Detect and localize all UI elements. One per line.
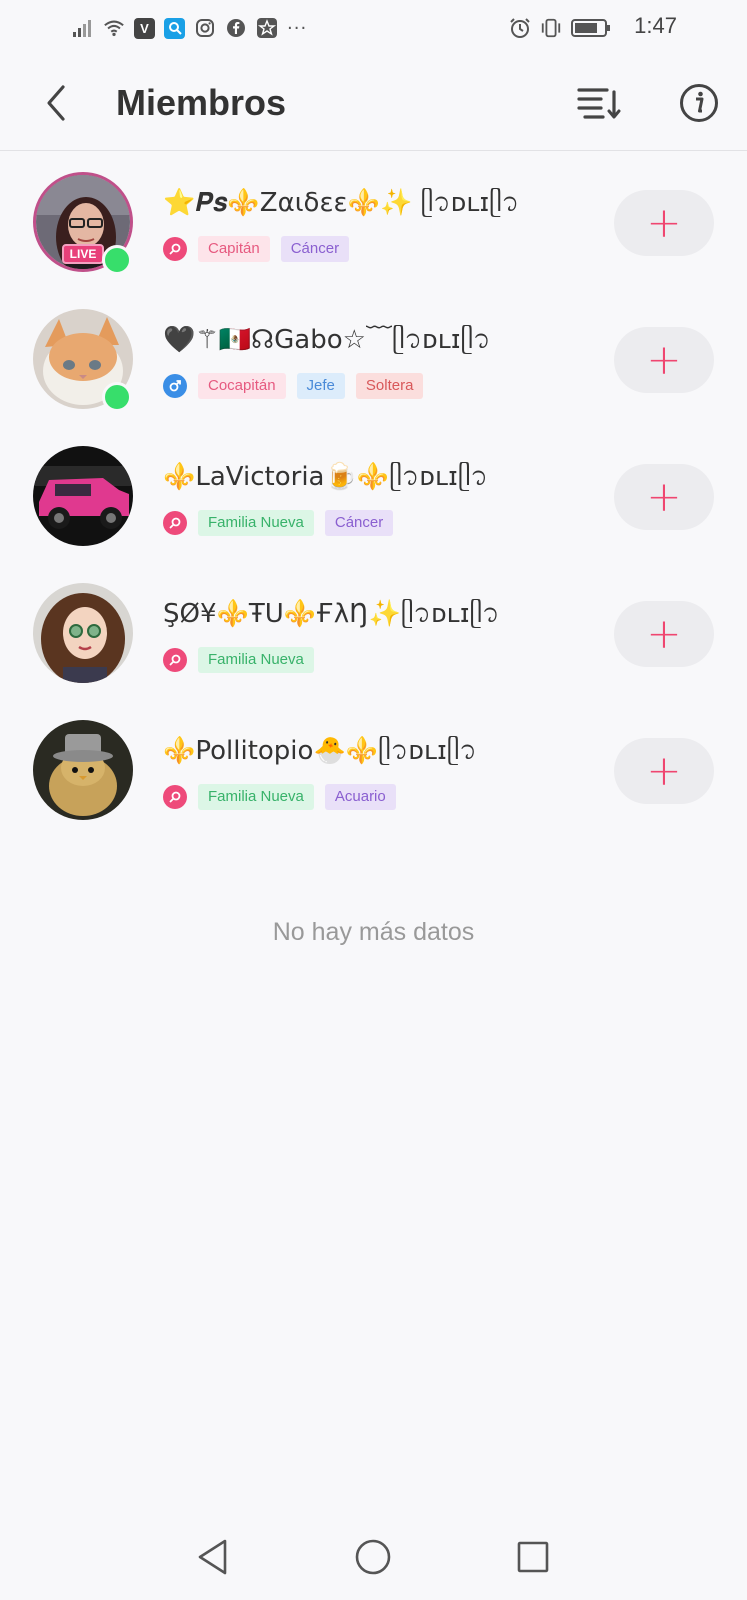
instagram-icon — [194, 17, 216, 39]
role-tag: Familia Nueva — [198, 784, 314, 810]
battery-icon — [571, 17, 611, 39]
status-right-icons — [509, 14, 611, 42]
title-tag: Jefe — [296, 373, 345, 399]
member-name[interactable]: ⚜️LaVictoria🍺⚜️ᥫ᭡ᴅʟɪᥫ᭡ — [163, 460, 488, 494]
avatar[interactable] — [33, 583, 133, 683]
back-button[interactable] — [36, 78, 76, 128]
nav-back-button[interactable] — [188, 1532, 238, 1582]
member-row[interactable]: ⚜️LaVictoria🍺⚜️ᥫ᭡ᴅʟɪᥫ᭡ Familia Nueva Cán… — [0, 426, 747, 563]
male-gender-icon — [163, 374, 187, 398]
vibrate-icon — [540, 17, 562, 39]
nav-recents-button[interactable] — [508, 1532, 558, 1582]
member-tags: Familia Nueva — [163, 647, 314, 673]
online-status-dot — [102, 245, 132, 275]
role-tag: Capitán — [198, 236, 270, 262]
add-member-button[interactable]: + — [614, 601, 714, 667]
member-name[interactable]: 🖤⚚🇲🇽☊Gabo☆﹋ᥫ᭡ᴅʟɪᥫ᭡ — [163, 323, 491, 357]
role-tag: Cocapitán — [198, 373, 286, 399]
facebook-icon — [225, 17, 247, 39]
member-tags: Cocapitán Jefe Soltera — [163, 373, 424, 399]
plus-icon: + — [646, 472, 682, 521]
member-list: LIVE ⭐️𝑷𝒔⚜️Ζαιδεε⚜️✨ ᥫ᭡ᴅʟɪᥫ᭡ Capitán Cán… — [0, 152, 747, 837]
member-name[interactable]: ⭐️𝑷𝒔⚜️Ζαιδεε⚜️✨ ᥫ᭡ᴅʟɪᥫ᭡ — [163, 186, 519, 220]
triangle-back-icon — [198, 1539, 227, 1575]
avatar[interactable] — [33, 720, 133, 820]
alarm-icon — [509, 17, 531, 39]
avatar[interactable] — [33, 446, 133, 546]
online-status-dot — [102, 382, 132, 412]
female-gender-icon — [163, 511, 187, 535]
member-name[interactable]: ŞØ¥⚜️ŦU⚜️ҒλŊ✨ᥫ᭡ᴅʟɪᥫ᭡ — [163, 597, 500, 631]
member-tags: Familia Nueva Cáncer — [163, 510, 394, 536]
wifi-icon — [103, 17, 125, 39]
sort-button[interactable] — [574, 80, 624, 126]
member-row[interactable]: ŞØ¥⚜️ŦU⚜️ҒλŊ✨ᥫ᭡ᴅʟɪᥫ᭡ Familia Nueva + — [0, 563, 747, 700]
add-member-button[interactable]: + — [614, 738, 714, 804]
member-row[interactable]: 🖤⚚🇲🇽☊Gabo☆﹋ᥫ᭡ᴅʟɪᥫ᭡ Cocapitán Jefe Solter… — [0, 289, 747, 426]
zodiac-tag: Acuario — [324, 784, 396, 810]
app-star-icon — [256, 17, 278, 39]
square-recents-icon — [517, 1541, 549, 1573]
zodiac-tag: Cáncer — [324, 510, 394, 536]
status-bar: V ··· 1:47 — [0, 0, 747, 56]
role-tag: Familia Nueva — [198, 510, 314, 536]
add-member-button[interactable]: + — [614, 190, 714, 256]
plus-icon: + — [646, 198, 682, 247]
add-member-button[interactable]: + — [614, 464, 714, 530]
live-badge: LIVE — [62, 244, 104, 264]
status-left-icons: V ··· — [72, 14, 307, 42]
info-button[interactable] — [676, 80, 722, 126]
signal-icon — [72, 17, 94, 39]
plus-icon: + — [646, 335, 682, 384]
status-tag: Soltera — [355, 373, 424, 399]
system-nav-bar — [0, 1510, 747, 1600]
female-gender-icon — [163, 785, 187, 809]
member-name[interactable]: ⚜️Pollitopio🐣⚜️ᥫ᭡ᴅʟɪᥫ᭡ — [163, 734, 477, 768]
nav-home-button[interactable] — [348, 1532, 398, 1582]
page-title: Miembros — [116, 82, 287, 123]
app-search-icon — [164, 17, 185, 39]
more-dots-icon: ··· — [287, 17, 308, 39]
members-screen: V ··· 1:47 Miembros LIVE ⭐️𝑷𝒔⚜️Ζαιδεε⚜️✨… — [0, 0, 747, 1600]
add-member-button[interactable]: + — [614, 327, 714, 393]
plus-icon: + — [646, 609, 682, 658]
role-tag: Familia Nueva — [198, 647, 314, 673]
circle-home-icon — [355, 1539, 391, 1575]
plus-icon: + — [646, 746, 682, 795]
status-time: 1:47 — [634, 13, 677, 38]
app-v-icon: V — [134, 17, 155, 39]
female-gender-icon — [163, 648, 187, 672]
member-tags: Capitán Cáncer — [163, 236, 350, 262]
chevron-left-icon — [47, 85, 65, 121]
member-row[interactable]: ⚜️Pollitopio🐣⚜️ᥫ᭡ᴅʟɪᥫ᭡ Familia Nueva Acu… — [0, 700, 747, 837]
zodiac-tag: Cáncer — [280, 236, 350, 262]
sort-icon — [577, 88, 621, 119]
app-header: Miembros — [0, 56, 747, 151]
end-of-list-text: No hay más datos — [272, 918, 475, 946]
female-gender-icon — [163, 237, 187, 261]
member-tags: Familia Nueva Acuario — [163, 784, 396, 810]
member-row[interactable]: LIVE ⭐️𝑷𝒔⚜️Ζαιδεε⚜️✨ ᥫ᭡ᴅʟɪᥫ᭡ Capitán Cán… — [0, 152, 747, 289]
info-icon — [680, 84, 718, 122]
